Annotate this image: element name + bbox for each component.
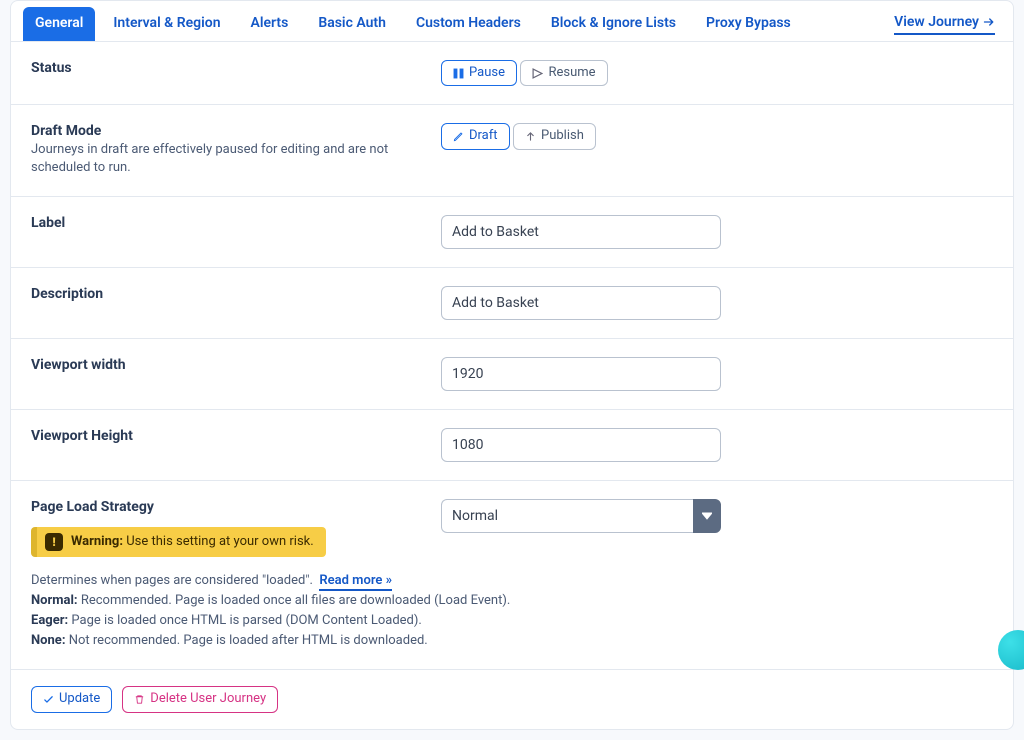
- arrow-up-icon: [525, 131, 536, 142]
- status-label: Status: [31, 60, 421, 76]
- caret-down-icon: [702, 512, 712, 520]
- normal-bold: Normal:: [31, 593, 78, 608]
- label-field-label: Label: [31, 215, 421, 231]
- row-status: Status Pause Resume: [11, 42, 1013, 105]
- page-load-label: Page Load Strategy: [31, 499, 421, 515]
- update-button-label: Update: [59, 692, 100, 706]
- none-text: Not recommended. Page is loaded after HT…: [69, 633, 428, 648]
- warning-icon: !: [45, 533, 63, 551]
- view-journey-label: View Journey: [894, 14, 979, 30]
- row-label: Label: [11, 197, 1013, 268]
- draft-mode-label: Draft Mode: [31, 123, 421, 139]
- page-load-select[interactable]: [441, 499, 721, 533]
- row-viewport-height: Viewport Height: [11, 410, 1013, 481]
- delete-button[interactable]: Delete User Journey: [122, 686, 278, 712]
- tabs-bar: General Interval & Region Alerts Basic A…: [11, 1, 1013, 42]
- description-input[interactable]: [441, 286, 721, 320]
- delete-button-label: Delete User Journey: [150, 692, 266, 706]
- resume-button[interactable]: Resume: [520, 60, 607, 86]
- settings-panel: General Interval & Region Alerts Basic A…: [10, 0, 1014, 730]
- tab-interval-region[interactable]: Interval & Region: [101, 7, 232, 41]
- viewport-width-input[interactable]: [441, 357, 721, 391]
- trash-icon: [134, 694, 145, 705]
- warning-title: Warning:: [71, 534, 123, 549]
- row-draft-mode: Draft Mode Journeys in draft are effecti…: [11, 105, 1013, 196]
- check-icon: [43, 694, 54, 705]
- viewport-height-input[interactable]: [441, 428, 721, 462]
- play-icon: [532, 68, 543, 79]
- publish-button-label: Publish: [541, 129, 584, 143]
- page-load-description: Determines when pages are considered "lo…: [31, 571, 993, 652]
- tab-basic-auth[interactable]: Basic Auth: [306, 7, 398, 41]
- tab-general[interactable]: General: [23, 7, 95, 41]
- read-more-link[interactable]: Read more »: [319, 573, 392, 591]
- arrow-right-icon: [983, 16, 995, 28]
- pause-button[interactable]: Pause: [441, 60, 517, 86]
- pencil-icon: [453, 131, 464, 142]
- actions-row: Update Delete User Journey: [11, 670, 1013, 728]
- label-input[interactable]: [441, 215, 721, 249]
- eager-text: Page is loaded once HTML is parsed (DOM …: [71, 613, 421, 628]
- row-viewport-width: Viewport width: [11, 339, 1013, 410]
- none-bold: None:: [31, 633, 65, 648]
- pause-button-label: Pause: [469, 66, 505, 80]
- draft-button[interactable]: Draft: [441, 123, 510, 149]
- page-load-select-caret[interactable]: [693, 499, 721, 533]
- viewport-height-label: Viewport Height: [31, 428, 421, 444]
- tab-block-ignore[interactable]: Block & Ignore Lists: [539, 7, 688, 41]
- page-load-intro: Determines when pages are considered "lo…: [31, 573, 313, 588]
- tab-alerts[interactable]: Alerts: [239, 7, 301, 41]
- resume-button-label: Resume: [548, 66, 595, 80]
- tab-proxy-bypass[interactable]: Proxy Bypass: [694, 7, 803, 41]
- description-field-label: Description: [31, 286, 421, 302]
- row-page-load-strategy: Page Load Strategy ! Warning: Use this s…: [11, 481, 1013, 671]
- update-button[interactable]: Update: [31, 686, 112, 712]
- row-description: Description: [11, 268, 1013, 339]
- pause-icon: [453, 68, 464, 79]
- eager-bold: Eager:: [31, 613, 68, 628]
- warning-banner: ! Warning: Use this setting at your own …: [31, 527, 326, 557]
- publish-button[interactable]: Publish: [513, 123, 596, 149]
- tab-custom-headers[interactable]: Custom Headers: [404, 7, 533, 41]
- view-journey-link[interactable]: View Journey: [894, 14, 995, 35]
- draft-mode-help: Journeys in draft are effectively paused…: [31, 141, 421, 177]
- viewport-width-label: Viewport width: [31, 357, 421, 373]
- draft-button-label: Draft: [469, 129, 498, 143]
- normal-text: Recommended. Page is loaded once all fil…: [81, 593, 510, 608]
- page-load-select-value[interactable]: [441, 499, 693, 533]
- warning-text: Use this setting at your own risk.: [126, 534, 313, 549]
